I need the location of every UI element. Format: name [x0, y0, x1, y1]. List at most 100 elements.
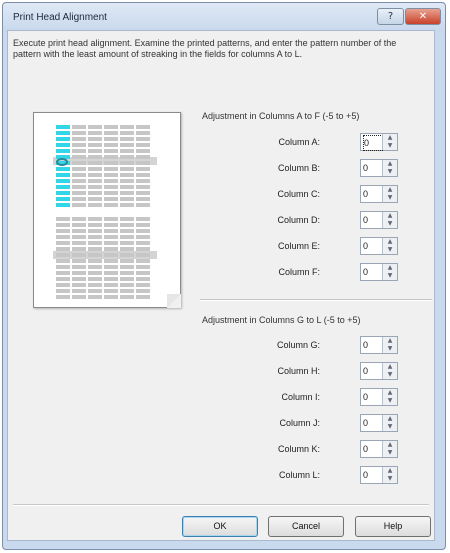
column-d-spinbox[interactable]: ▲▼: [360, 211, 398, 229]
pattern-bar: [88, 161, 102, 165]
column-l-field[interactable]: [363, 468, 381, 482]
column-k-label: Column K:: [277, 444, 320, 454]
cancel-button[interactable]: Cancel: [268, 516, 344, 537]
column-a-spinbox[interactable]: ▲▼: [360, 133, 398, 151]
column-l-label: Column L:: [278, 470, 320, 480]
pattern-bar: [88, 143, 102, 147]
chevron-up-icon[interactable]: ▲: [383, 415, 397, 423]
footer-separator: [13, 504, 429, 506]
column-j-spinbox[interactable]: ▲▼: [360, 414, 398, 432]
help-icon[interactable]: ?: [377, 8, 404, 25]
pattern-bar: [120, 137, 134, 141]
pattern-bar: [136, 173, 150, 177]
chevron-down-icon[interactable]: ▼: [383, 371, 397, 379]
column-e-spinbox[interactable]: ▲▼: [360, 237, 398, 255]
pattern-bar: [136, 289, 150, 293]
pattern-bar: [88, 265, 102, 269]
column-c-field[interactable]: [363, 187, 381, 201]
chevron-down-icon[interactable]: ▼: [383, 220, 397, 228]
column-b-field[interactable]: [363, 161, 381, 175]
pattern-bar: [56, 143, 70, 147]
pattern-bar: [136, 283, 150, 287]
chevron-up-icon[interactable]: ▲: [383, 134, 397, 142]
chevron-down-icon[interactable]: ▼: [383, 272, 397, 280]
column-i-spinbox[interactable]: ▲▼: [360, 388, 398, 406]
pattern-bar: [104, 185, 118, 189]
page-fold-corner: [167, 294, 181, 308]
pattern-bar: [136, 295, 150, 299]
pattern-bar: [56, 191, 70, 195]
close-icon[interactable]: ✕: [405, 8, 441, 25]
pattern-bar: [72, 179, 86, 183]
pattern-bar: [56, 203, 70, 207]
pattern-bar: [88, 191, 102, 195]
column-i-field[interactable]: [363, 390, 381, 404]
pattern-bar: [88, 217, 102, 221]
pattern-bar: [88, 235, 102, 239]
pattern-bar: [72, 283, 86, 287]
pattern-bar: [88, 241, 102, 245]
pattern-bar: [88, 149, 102, 153]
chevron-down-icon[interactable]: ▼: [383, 168, 397, 176]
pattern-bar: [120, 167, 134, 171]
chevron-up-icon[interactable]: ▲: [383, 264, 397, 272]
pattern-bar: [72, 271, 86, 275]
chevron-down-icon[interactable]: ▼: [383, 345, 397, 353]
column-b-spinbox[interactable]: ▲▼: [360, 159, 398, 177]
pattern-bar: [88, 155, 102, 159]
column-h-field[interactable]: [363, 364, 381, 378]
column-f-field[interactable]: [363, 265, 381, 279]
chevron-up-icon[interactable]: ▲: [383, 389, 397, 397]
spin-buttons: ▲ ▼: [382, 264, 397, 280]
pattern-bar: [88, 125, 102, 129]
column-i-label: Column I:: [281, 392, 320, 402]
pattern-bar: [136, 197, 150, 201]
chevron-up-icon[interactable]: ▲: [383, 238, 397, 246]
chevron-up-icon[interactable]: ▲: [383, 363, 397, 371]
chevron-up-icon[interactable]: ▲: [383, 212, 397, 220]
chevron-down-icon[interactable]: ▼: [383, 475, 397, 483]
column-c-spinbox[interactable]: ▲▼: [360, 185, 398, 203]
chevron-up-icon[interactable]: ▲: [383, 441, 397, 449]
title-bar[interactable]: Print Head Alignment ? ✕: [3, 3, 445, 33]
column-a-field[interactable]: [363, 135, 383, 151]
column-g-spinbox[interactable]: ▲▼: [360, 336, 398, 354]
pattern-bar: [88, 197, 102, 201]
ok-button[interactable]: OK: [182, 516, 258, 537]
column-e-label: Column E:: [277, 241, 320, 251]
pattern-bar: [104, 247, 118, 251]
help-button[interactable]: Help: [355, 516, 431, 537]
pattern-bar: [120, 247, 134, 251]
column-k-spinbox[interactable]: ▲▼: [360, 440, 398, 458]
column-k-field[interactable]: [363, 442, 381, 456]
dialog-title: Print Head Alignment: [13, 12, 107, 23]
pattern-bar: [136, 137, 150, 141]
column-g-field[interactable]: [363, 338, 381, 352]
pattern-bar: [72, 241, 86, 245]
column-e-field[interactable]: [363, 239, 381, 253]
pattern-bar: [104, 277, 118, 281]
chevron-up-icon[interactable]: ▲: [383, 160, 397, 168]
chevron-up-icon[interactable]: ▲: [383, 186, 397, 194]
pattern-bar: [104, 137, 118, 141]
pattern-bar: [56, 125, 70, 129]
pattern-bar: [72, 289, 86, 293]
chevron-down-icon[interactable]: ▼: [383, 246, 397, 254]
chevron-down-icon[interactable]: ▼: [383, 194, 397, 202]
chevron-down-icon[interactable]: ▼: [383, 423, 397, 431]
column-j-field[interactable]: [363, 416, 381, 430]
chevron-down-icon[interactable]: ▼: [383, 449, 397, 457]
column-g-label: Column G:: [276, 340, 320, 350]
column-l-spinbox[interactable]: ▲▼: [360, 466, 398, 484]
column-h-spinbox[interactable]: ▲▼: [360, 362, 398, 380]
group2-label: Adjustment in Columns G to L (-5 to +5): [202, 315, 361, 325]
column-f-spinbox[interactable]: ▲▼: [360, 263, 398, 281]
pattern-bar: [104, 203, 118, 207]
pattern-bar: [88, 185, 102, 189]
chevron-down-icon[interactable]: ▼: [383, 397, 397, 405]
chevron-up-icon[interactable]: ▲: [383, 467, 397, 475]
column-d-field[interactable]: [363, 213, 381, 227]
chevron-down-icon[interactable]: ▼: [383, 142, 397, 150]
pattern-bar: [72, 229, 86, 233]
chevron-up-icon[interactable]: ▲: [383, 337, 397, 345]
